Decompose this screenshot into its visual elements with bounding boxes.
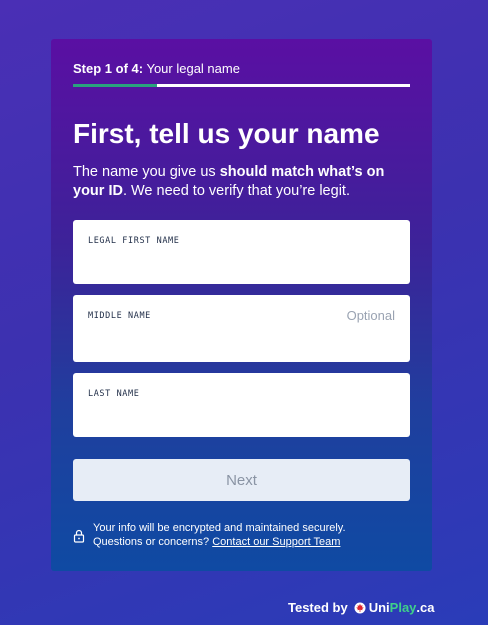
middle-name-input[interactable] (87, 332, 396, 352)
progress-fill (73, 84, 158, 87)
brand-ca: .ca (416, 600, 435, 615)
uniplay-logo[interactable]: Uni Play .ca (354, 600, 435, 615)
intro-part1: The name you give us (73, 164, 220, 180)
security-line2: Questions or concerns? Contact our Suppo… (93, 535, 403, 549)
middle-name-label: MIDDLE NAME (88, 311, 151, 321)
next-button[interactable]: Next (73, 459, 410, 501)
middle-name-field[interactable]: MIDDLE NAME Optional (73, 295, 410, 362)
support-link[interactable]: Contact our Support Team (212, 536, 340, 548)
last-name-input[interactable] (87, 407, 396, 427)
security-line1: Your info will be encrypted and maintain… (93, 522, 346, 534)
progress-bar (73, 84, 410, 87)
first-name-field[interactable]: LEGAL FIRST NAME (73, 220, 410, 284)
brand-uni: Uni (368, 600, 390, 615)
signup-card: Step 1 of 4: Your legal name First, tell… (51, 39, 432, 571)
last-name-label: LAST NAME (88, 389, 140, 399)
tested-by-footer: Tested by Uni Play .ca (288, 600, 435, 615)
step-indicator: Step 1 of 4: Your legal name (73, 61, 240, 76)
optional-hint: Optional (346, 308, 395, 323)
security-text: Your info will be encrypted and maintain… (93, 521, 403, 549)
intro-text: The name you give us should match what’s… (73, 163, 410, 201)
last-name-field[interactable]: LAST NAME (73, 373, 410, 437)
step-prefix: Step 1 of 4: (73, 61, 144, 76)
brand-play: Play (389, 600, 417, 615)
first-name-label: LEGAL FIRST NAME (88, 236, 180, 246)
intro-part2: . We need to verify that you’re legit. (122, 183, 350, 199)
maple-leaf-icon (354, 602, 366, 613)
security-question: Questions or concerns? (93, 536, 213, 548)
page-title: First, tell us your name (73, 118, 380, 149)
tested-by-label: Tested by (288, 600, 348, 615)
first-name-input[interactable] (87, 254, 396, 274)
lock-icon (73, 529, 85, 543)
step-title: Your legal name (146, 61, 240, 76)
